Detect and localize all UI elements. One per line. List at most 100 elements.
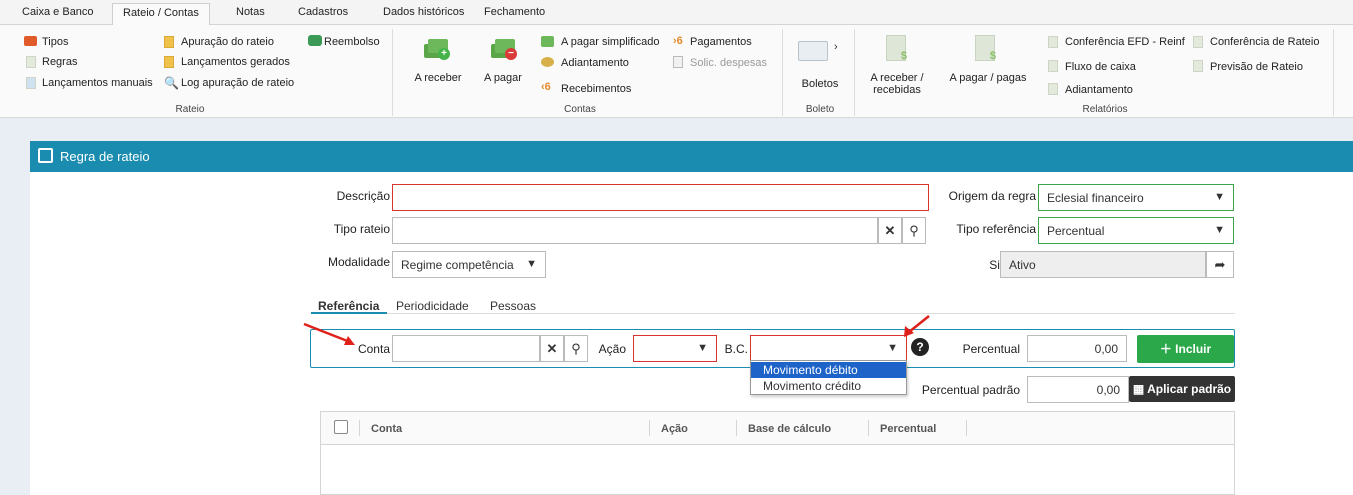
ribbon-a-receber-recebidas[interactable]: A receber / (862, 72, 932, 84)
calculator-icon: ▦ (1132, 382, 1145, 396)
separator (649, 420, 650, 436)
col-base-de-calculo[interactable]: Base de cálculo (748, 423, 831, 435)
menu-bar: Caixa e Banco Rateio / Contas Notas Cada… (0, 0, 1353, 26)
ribbon-lancamentos-gerados[interactable]: Lançamentos gerados (181, 56, 290, 68)
conta-input[interactable] (392, 335, 540, 362)
tab-periodicidade[interactable]: Periodicidade (396, 299, 469, 313)
report-icon: $ (886, 35, 907, 62)
ribbon-recebimentos[interactable]: Recebimentos (561, 83, 631, 95)
pagar-simplificado-icon (541, 36, 554, 47)
acao-select[interactable]: ▼ (633, 335, 717, 362)
lancamentos-manuais-icon (26, 77, 36, 89)
group-label-relatorios: Relatórios (1082, 104, 1128, 115)
select-all-checkbox[interactable] (334, 420, 348, 434)
search-icon[interactable]: ⚲ (564, 335, 588, 362)
tipo-referencia-select[interactable]: Percentual ▼ (1038, 217, 1234, 244)
separator (1333, 29, 1334, 116)
situacao-input: Ativo (1000, 251, 1206, 278)
tab-dados-historicos[interactable]: Dados históricos (383, 6, 464, 18)
col-percentual[interactable]: Percentual (880, 423, 936, 435)
ribbon-adiantamento-relatorio[interactable]: Adiantamento (1065, 84, 1133, 96)
aplicar-label: Aplicar padrão (1147, 382, 1232, 396)
a-receber-icon: + (424, 36, 450, 60)
descricao-label: Descrição (336, 189, 390, 203)
ribbon-solic-despesas: Solic. despesas (690, 57, 768, 69)
ribbon-fluxo-de-caixa[interactable]: Fluxo de caixa (1065, 61, 1136, 73)
tab-caixa-e-banco[interactable]: Caixa e Banco (22, 6, 94, 18)
annotation-arrow (904, 315, 930, 337)
percentual-padrao-input[interactable]: 0,00 (1027, 376, 1129, 403)
report-small-icon (1193, 60, 1203, 72)
ribbon-a-receber-recebidas-line2[interactable]: recebidas (862, 84, 932, 96)
modalidade-select[interactable]: Regime competência ▼ (392, 251, 546, 278)
separator (782, 29, 783, 116)
tipo-referencia-value: Percentual (1047, 224, 1105, 238)
bc-select[interactable]: ▼ (750, 335, 907, 362)
aplicar-padrao-button[interactable]: ▦ Aplicar padrão (1129, 376, 1235, 402)
col-acao[interactable]: Ação (661, 423, 688, 435)
ribbon-a-pagar-simplificado[interactable]: A pagar simplificado (561, 36, 659, 48)
tab-fechamento[interactable]: Fechamento (484, 6, 545, 18)
modalidade-label: Modalidade (327, 255, 390, 269)
tab-referencia[interactable]: Referência (318, 299, 379, 313)
incluir-button[interactable]: ＋ Incluir (1137, 335, 1234, 363)
percentual-input[interactable]: 0,00 (1027, 335, 1127, 362)
col-conta[interactable]: Conta (371, 423, 402, 435)
recebimentos-icon: ‹6 (541, 81, 551, 93)
percentual-label: Percentual (962, 342, 1020, 356)
tipo-rateio-label: Tipo rateio (333, 222, 390, 236)
origem-label: Origem da regra (948, 189, 1036, 203)
ribbon-previsao-de-rateio[interactable]: Previsão de Rateio (1210, 61, 1303, 73)
origem-select[interactable]: Eclesial financeiro ▼ (1038, 184, 1234, 211)
clear-icon[interactable]: ✕ (878, 217, 902, 244)
chevron-down-icon: ▼ (697, 342, 708, 354)
separator (736, 420, 737, 436)
ribbon-conferencia-de-rateio[interactable]: Conferência de Rateio (1210, 36, 1319, 48)
ribbon-a-pagar-pagas[interactable]: A pagar / pagas (942, 72, 1034, 84)
ribbon-regras[interactable]: Regras (42, 56, 77, 68)
tipos-icon (24, 36, 37, 46)
apuracao-icon (164, 36, 174, 48)
bc-dropdown: Movimento débito Movimento crédito (750, 360, 907, 395)
tabs-divider (311, 313, 1235, 314)
lancamentos-gerados-icon (164, 56, 174, 68)
report-small-icon (1048, 60, 1058, 72)
ribbon-tipos[interactable]: Tipos (42, 36, 69, 48)
share-icon[interactable]: ➦ (1206, 251, 1234, 278)
ribbon-log-apuracao[interactable]: Log apuração de rateio (181, 77, 294, 89)
ribbon-pagamentos[interactable]: Pagamentos (690, 36, 752, 48)
report-small-icon (1048, 83, 1058, 95)
ribbon-boletos[interactable]: Boletos (790, 78, 850, 90)
a-pagar-icon: − (491, 36, 517, 60)
percentual-padrao-label: Percentual padrão (921, 383, 1020, 397)
separator (854, 29, 855, 116)
bc-option-credito[interactable]: Movimento crédito (751, 378, 906, 394)
tab-pessoas[interactable]: Pessoas (490, 299, 536, 313)
tab-cadastros[interactable]: Cadastros (298, 6, 348, 18)
chevron-down-icon: ▼ (887, 342, 898, 354)
ribbon-conferencia-efd[interactable]: Conferência EFD - Reinf (1065, 36, 1185, 48)
group-label-rateio: Rateio (175, 104, 205, 115)
tab-rateio-contas[interactable]: Rateio / Contas (112, 3, 210, 26)
group-label-boleto: Boleto (805, 104, 835, 115)
tipo-rateio-input[interactable] (392, 217, 878, 244)
ribbon-lancamentos-manuais[interactable]: Lançamentos manuais (42, 77, 153, 89)
clear-icon[interactable]: ✕ (540, 335, 564, 362)
tab-notas[interactable]: Notas (236, 6, 265, 18)
ribbon-reembolso[interactable]: Reembolso (324, 36, 380, 48)
adiantamento-icon (541, 57, 554, 67)
regras-icon (26, 56, 36, 68)
ribbon-a-receber[interactable]: A receber (408, 72, 468, 84)
ribbon-apuracao-do-rateio[interactable]: Apuração do rateio (181, 36, 274, 48)
ribbon-adiantamento[interactable]: Adiantamento (561, 57, 629, 69)
bc-option-debito[interactable]: Movimento débito (751, 362, 906, 378)
acao-label: Ação (598, 342, 626, 356)
pagamentos-icon: ›6 (673, 35, 683, 47)
origem-value: Eclesial financeiro (1047, 191, 1144, 205)
descricao-input[interactable] (392, 184, 929, 211)
panel-title: Regra de rateio (60, 149, 150, 164)
report-icon: $ (975, 35, 996, 62)
separator (359, 420, 360, 436)
plus-icon: ＋ (1159, 342, 1176, 356)
ribbon-a-pagar[interactable]: A pagar (478, 72, 528, 84)
